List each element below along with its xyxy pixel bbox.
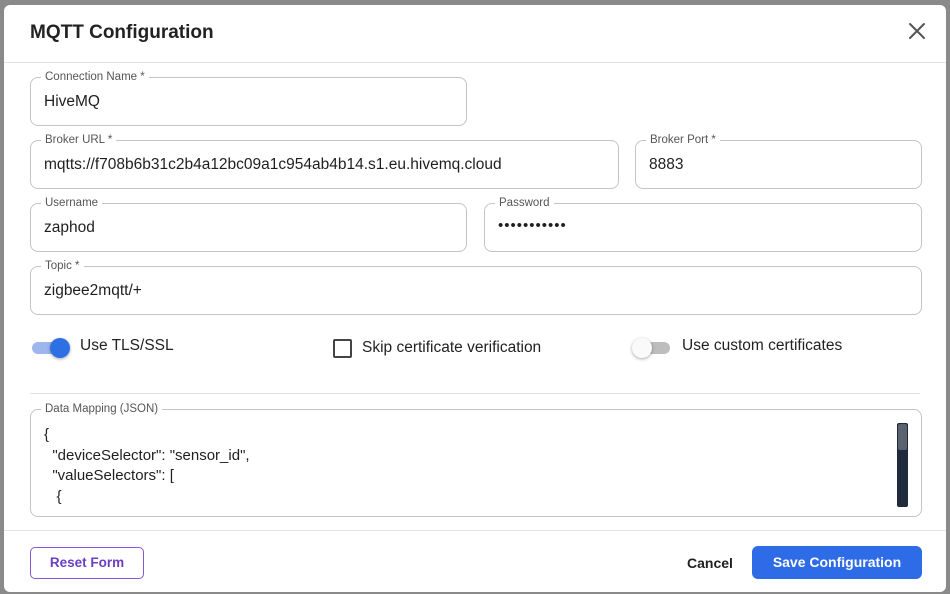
broker-url-field[interactable]: Broker URL * mqtts://f708b6b31c2b4a12bc0… [30, 133, 619, 189]
broker-url-label: Broker URL * [41, 133, 117, 147]
connection-name-field[interactable]: Connection Name * HiveMQ [30, 70, 467, 126]
topic-field[interactable]: Topic * zigbee2mqtt/+ [30, 259, 922, 315]
broker-url-value: mqtts://f708b6b31c2b4a12bc09a1c954ab4b14… [44, 156, 502, 173]
broker-port-field[interactable]: Broker Port * 8883 [635, 133, 922, 189]
broker-port-value: 8883 [649, 156, 684, 173]
username-label: Username [41, 196, 103, 210]
skip-cert-checkbox[interactable] [333, 338, 352, 358]
connection-name-value: HiveMQ [44, 93, 100, 110]
password-field[interactable]: Password ••••••••••• [484, 196, 922, 252]
use-tls-option: Use TLS/SSL [30, 334, 174, 358]
username-field[interactable]: Username zaphod [30, 196, 467, 252]
reset-form-button[interactable]: Reset Form [30, 547, 144, 579]
skip-cert-label: Skip certificate verification [362, 339, 542, 356]
custom-certs-label: Use custom certificates [682, 337, 843, 354]
mqtt-configuration-dialog: MQTT Configuration Connection Name * Hiv… [4, 5, 946, 592]
scrollbar-thumb[interactable] [898, 424, 907, 450]
password-value: ••••••••••• [498, 217, 567, 234]
dialog-footer: Reset Form Cancel Save Configuration [4, 530, 946, 592]
connection-name-label: Connection Name * [41, 70, 149, 84]
password-label: Password [495, 196, 554, 210]
topic-value: zigbee2mqtt/+ [44, 282, 142, 299]
custom-certs-toggle[interactable] [632, 336, 672, 358]
use-tls-label: Use TLS/SSL [80, 337, 174, 354]
section-divider [30, 393, 920, 394]
use-tls-toggle[interactable] [30, 336, 70, 358]
data-mapping-textarea[interactable]: { "deviceSelector": "sensor_id", "valueS… [44, 425, 884, 509]
dialog-header: MQTT Configuration [4, 5, 946, 63]
cancel-button[interactable]: Cancel [674, 547, 746, 579]
data-mapping-scrollbar[interactable] [897, 423, 908, 507]
save-configuration-button[interactable]: Save Configuration [752, 546, 922, 579]
username-value: zaphod [44, 219, 95, 236]
close-icon[interactable] [906, 20, 928, 42]
broker-port-label: Broker Port * [646, 133, 720, 147]
data-mapping-label: Data Mapping (JSON) [41, 402, 163, 416]
skip-cert-option: Skip certificate verification [333, 336, 541, 360]
topic-label: Topic * [41, 259, 84, 273]
data-mapping-field[interactable]: Data Mapping (JSON) { "deviceSelector": … [30, 402, 922, 517]
dialog-title: MQTT Configuration [30, 22, 214, 43]
custom-certs-option: Use custom certificates [632, 334, 842, 358]
